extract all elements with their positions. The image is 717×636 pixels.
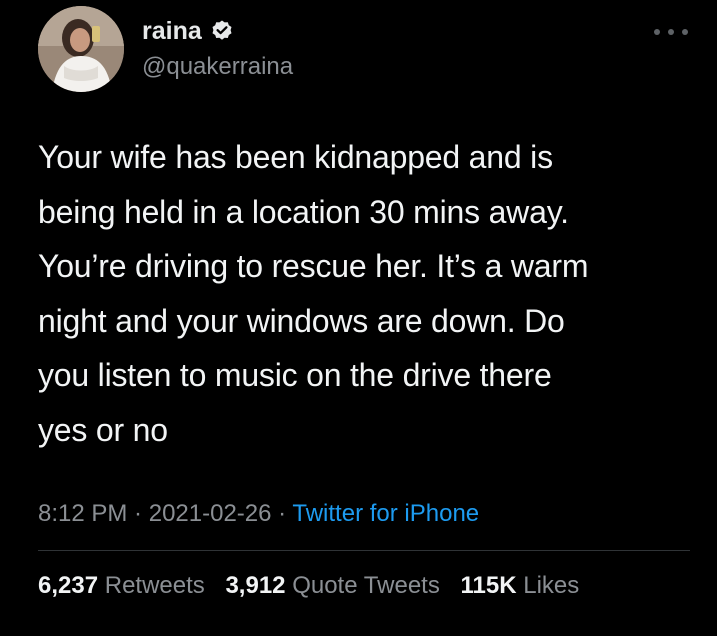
divider bbox=[38, 550, 690, 551]
tweet-stats: 6,237 Retweets 3,912 Quote Tweets 115K L… bbox=[38, 569, 579, 603]
tweet-text: Your wife has been kidnapped and is bein… bbox=[38, 139, 589, 448]
avatar-photo bbox=[38, 6, 124, 92]
meta-separator: · bbox=[271, 500, 293, 527]
likes-stat[interactable]: 115K Likes bbox=[461, 572, 580, 599]
retweets-label: Retweets bbox=[104, 572, 205, 599]
more-dot bbox=[682, 29, 688, 35]
tweet-card: raina @quakerraina Your wife has been ki… bbox=[0, 0, 717, 636]
author-name-row[interactable]: raina bbox=[142, 14, 234, 48]
avatar[interactable] bbox=[38, 6, 124, 92]
meta-separator: · bbox=[127, 500, 149, 527]
more-dot bbox=[654, 29, 660, 35]
verified-badge-icon bbox=[210, 19, 234, 43]
more-options-icon[interactable] bbox=[654, 22, 688, 42]
more-dot bbox=[668, 29, 674, 35]
quote-tweets-stat[interactable]: 3,912 Quote Tweets bbox=[225, 572, 439, 599]
quote-tweets-count: 3,912 bbox=[225, 572, 286, 599]
likes-label: Likes bbox=[523, 572, 580, 599]
tweet-time[interactable]: 8:12 PM bbox=[38, 500, 127, 527]
retweets-stat[interactable]: 6,237 Retweets bbox=[38, 572, 205, 599]
tweet-date[interactable]: 2021-02-26 bbox=[149, 500, 272, 527]
likes-count: 115K bbox=[460, 572, 517, 599]
author-display-name[interactable]: raina bbox=[142, 14, 202, 48]
tweet-source-link[interactable]: Twitter for iPhone bbox=[292, 500, 479, 527]
tweet-meta: 8:12 PM · 2021-02-26 · Twitter for iPhon… bbox=[38, 497, 479, 531]
retweets-count: 6,237 bbox=[38, 572, 99, 599]
quote-tweets-label: Quote Tweets bbox=[292, 572, 440, 599]
author-handle[interactable]: @quakerraina bbox=[142, 52, 293, 82]
